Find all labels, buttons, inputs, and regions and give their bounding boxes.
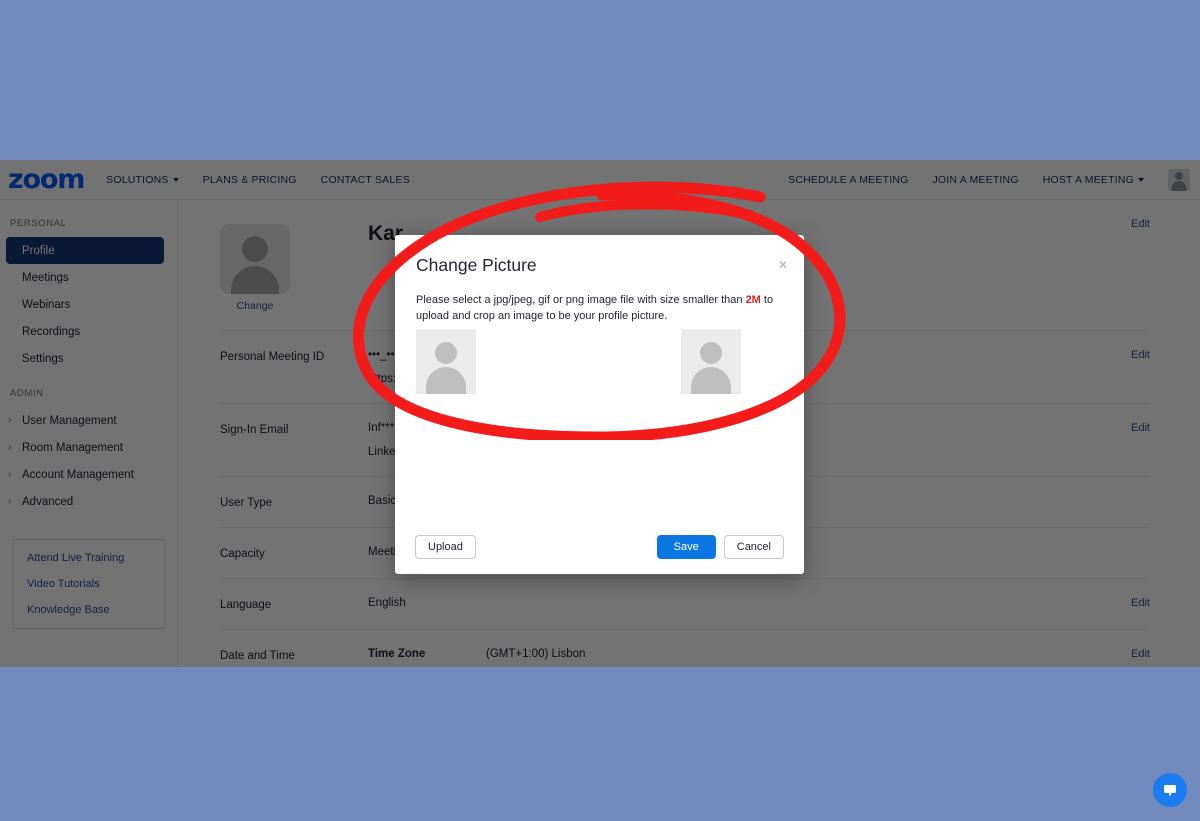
upload-button[interactable]: Upload <box>415 535 476 559</box>
chat-bubble-icon[interactable] <box>1153 773 1187 807</box>
dialog-size-limit: 2M <box>745 294 761 306</box>
close-icon[interactable]: ✕ <box>778 259 788 271</box>
cancel-button[interactable]: Cancel <box>723 535 784 559</box>
chat-bubble-glyph <box>1164 785 1176 796</box>
dialog-title: Change Picture <box>416 255 537 275</box>
change-picture-dialog: Change Picture ✕ Please select a jpg/jpe… <box>395 235 804 574</box>
save-button[interactable]: Save <box>656 535 716 559</box>
avatar-placeholder-icon[interactable] <box>681 329 741 394</box>
dialog-description: Please select a jpg/jpeg, gif or png ima… <box>416 293 780 325</box>
dialog-footer-actions: Save Cancel <box>656 535 784 559</box>
dialog-footer: Upload Save Cancel <box>395 520 804 574</box>
image-preview-area <box>416 329 783 394</box>
avatar-placeholder-icon[interactable] <box>416 329 476 394</box>
screen-root: zoom SOLUTIONS PLANS & PRICING CONTACT S… <box>0 0 1200 821</box>
dialog-description-prefix: Please select a jpg/jpeg, gif or png ima… <box>416 294 746 306</box>
